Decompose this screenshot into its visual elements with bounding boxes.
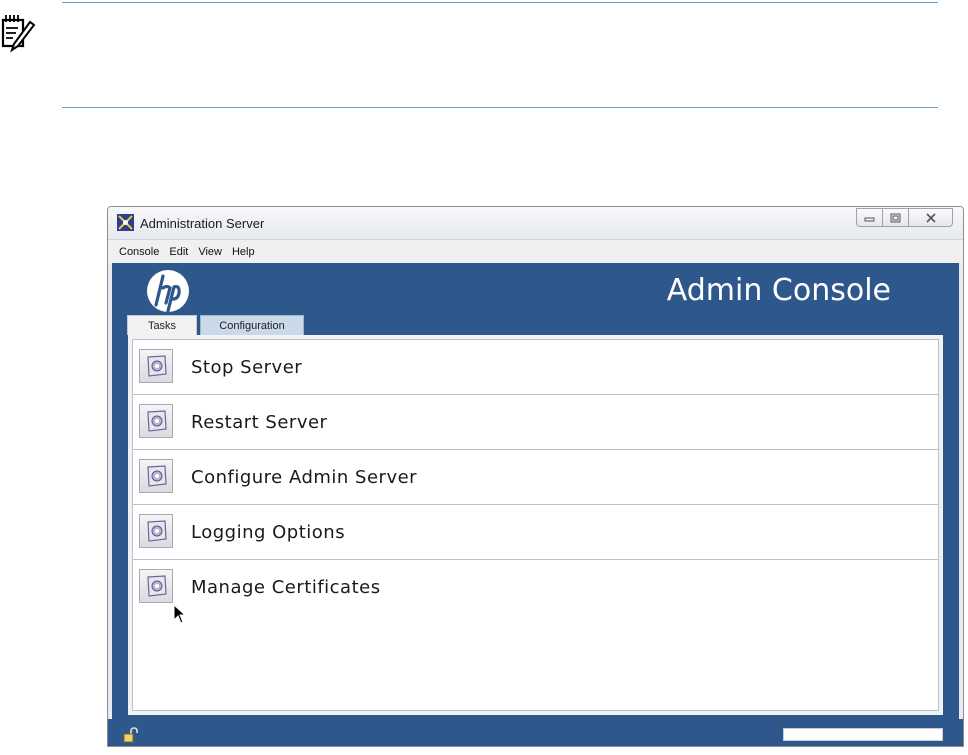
task-icon[interactable] — [139, 514, 173, 548]
gear-icon — [147, 520, 167, 542]
task-label: Configure Admin Server — [191, 467, 418, 488]
maximize-button[interactable] — [883, 208, 909, 227]
task-icon[interactable] — [139, 569, 173, 603]
gear-icon — [147, 465, 167, 487]
minimize-icon — [864, 217, 875, 222]
task-icon[interactable] — [139, 349, 173, 383]
maximize-icon — [890, 213, 901, 222]
mouse-cursor-icon — [173, 604, 187, 624]
tasks-panel: Stop Server Restart Server Configure Adm… — [128, 335, 943, 715]
task-icon[interactable] — [139, 459, 173, 493]
console-banner: Admin Console Tasks Configuration Stop S… — [112, 263, 959, 719]
menu-view[interactable]: View — [198, 246, 222, 258]
task-icon[interactable] — [139, 404, 173, 438]
gear-icon — [147, 355, 167, 377]
close-icon — [925, 212, 936, 223]
close-button[interactable] — [909, 208, 953, 227]
window-title: Administration Server — [140, 216, 265, 231]
task-row-manage-certificates[interactable]: Manage Certificates — [133, 560, 938, 615]
status-bar — [108, 719, 963, 746]
menu-help[interactable]: Help — [232, 246, 255, 258]
note-bottom-rule — [62, 107, 938, 108]
task-label: Manage Certificates — [191, 577, 381, 598]
task-row-logging-options[interactable]: Logging Options — [133, 505, 938, 560]
task-row-stop-server[interactable]: Stop Server — [133, 340, 938, 395]
note-top-rule — [62, 2, 938, 3]
banner-title: Admin Console — [666, 273, 891, 308]
task-list: Stop Server Restart Server Configure Adm… — [132, 339, 939, 711]
gear-icon — [147, 575, 167, 597]
task-row-restart-server[interactable]: Restart Server — [133, 395, 938, 450]
admin-server-window: Administration Server Console Edit View … — [107, 206, 964, 747]
note-pencil-icon — [1, 15, 36, 53]
window-controls — [856, 208, 953, 227]
task-row-configure-admin-server[interactable]: Configure Admin Server — [133, 450, 938, 505]
task-label: Logging Options — [191, 522, 346, 543]
tab-tasks[interactable]: Tasks — [127, 315, 197, 335]
minimize-button[interactable] — [856, 208, 883, 227]
menu-console[interactable]: Console — [119, 246, 159, 258]
tab-configuration[interactable]: Configuration — [200, 315, 304, 335]
menu-bar: Console Edit View Help — [108, 239, 963, 263]
title-bar[interactable]: Administration Server — [108, 207, 963, 239]
task-label: Stop Server — [191, 357, 303, 378]
app-icon — [117, 214, 134, 231]
progress-bar — [783, 728, 943, 741]
menu-edit[interactable]: Edit — [169, 246, 188, 258]
hp-logo — [147, 270, 189, 313]
unlocked-padlock-icon — [123, 727, 138, 743]
task-label: Restart Server — [191, 412, 328, 433]
gear-icon — [147, 410, 167, 432]
